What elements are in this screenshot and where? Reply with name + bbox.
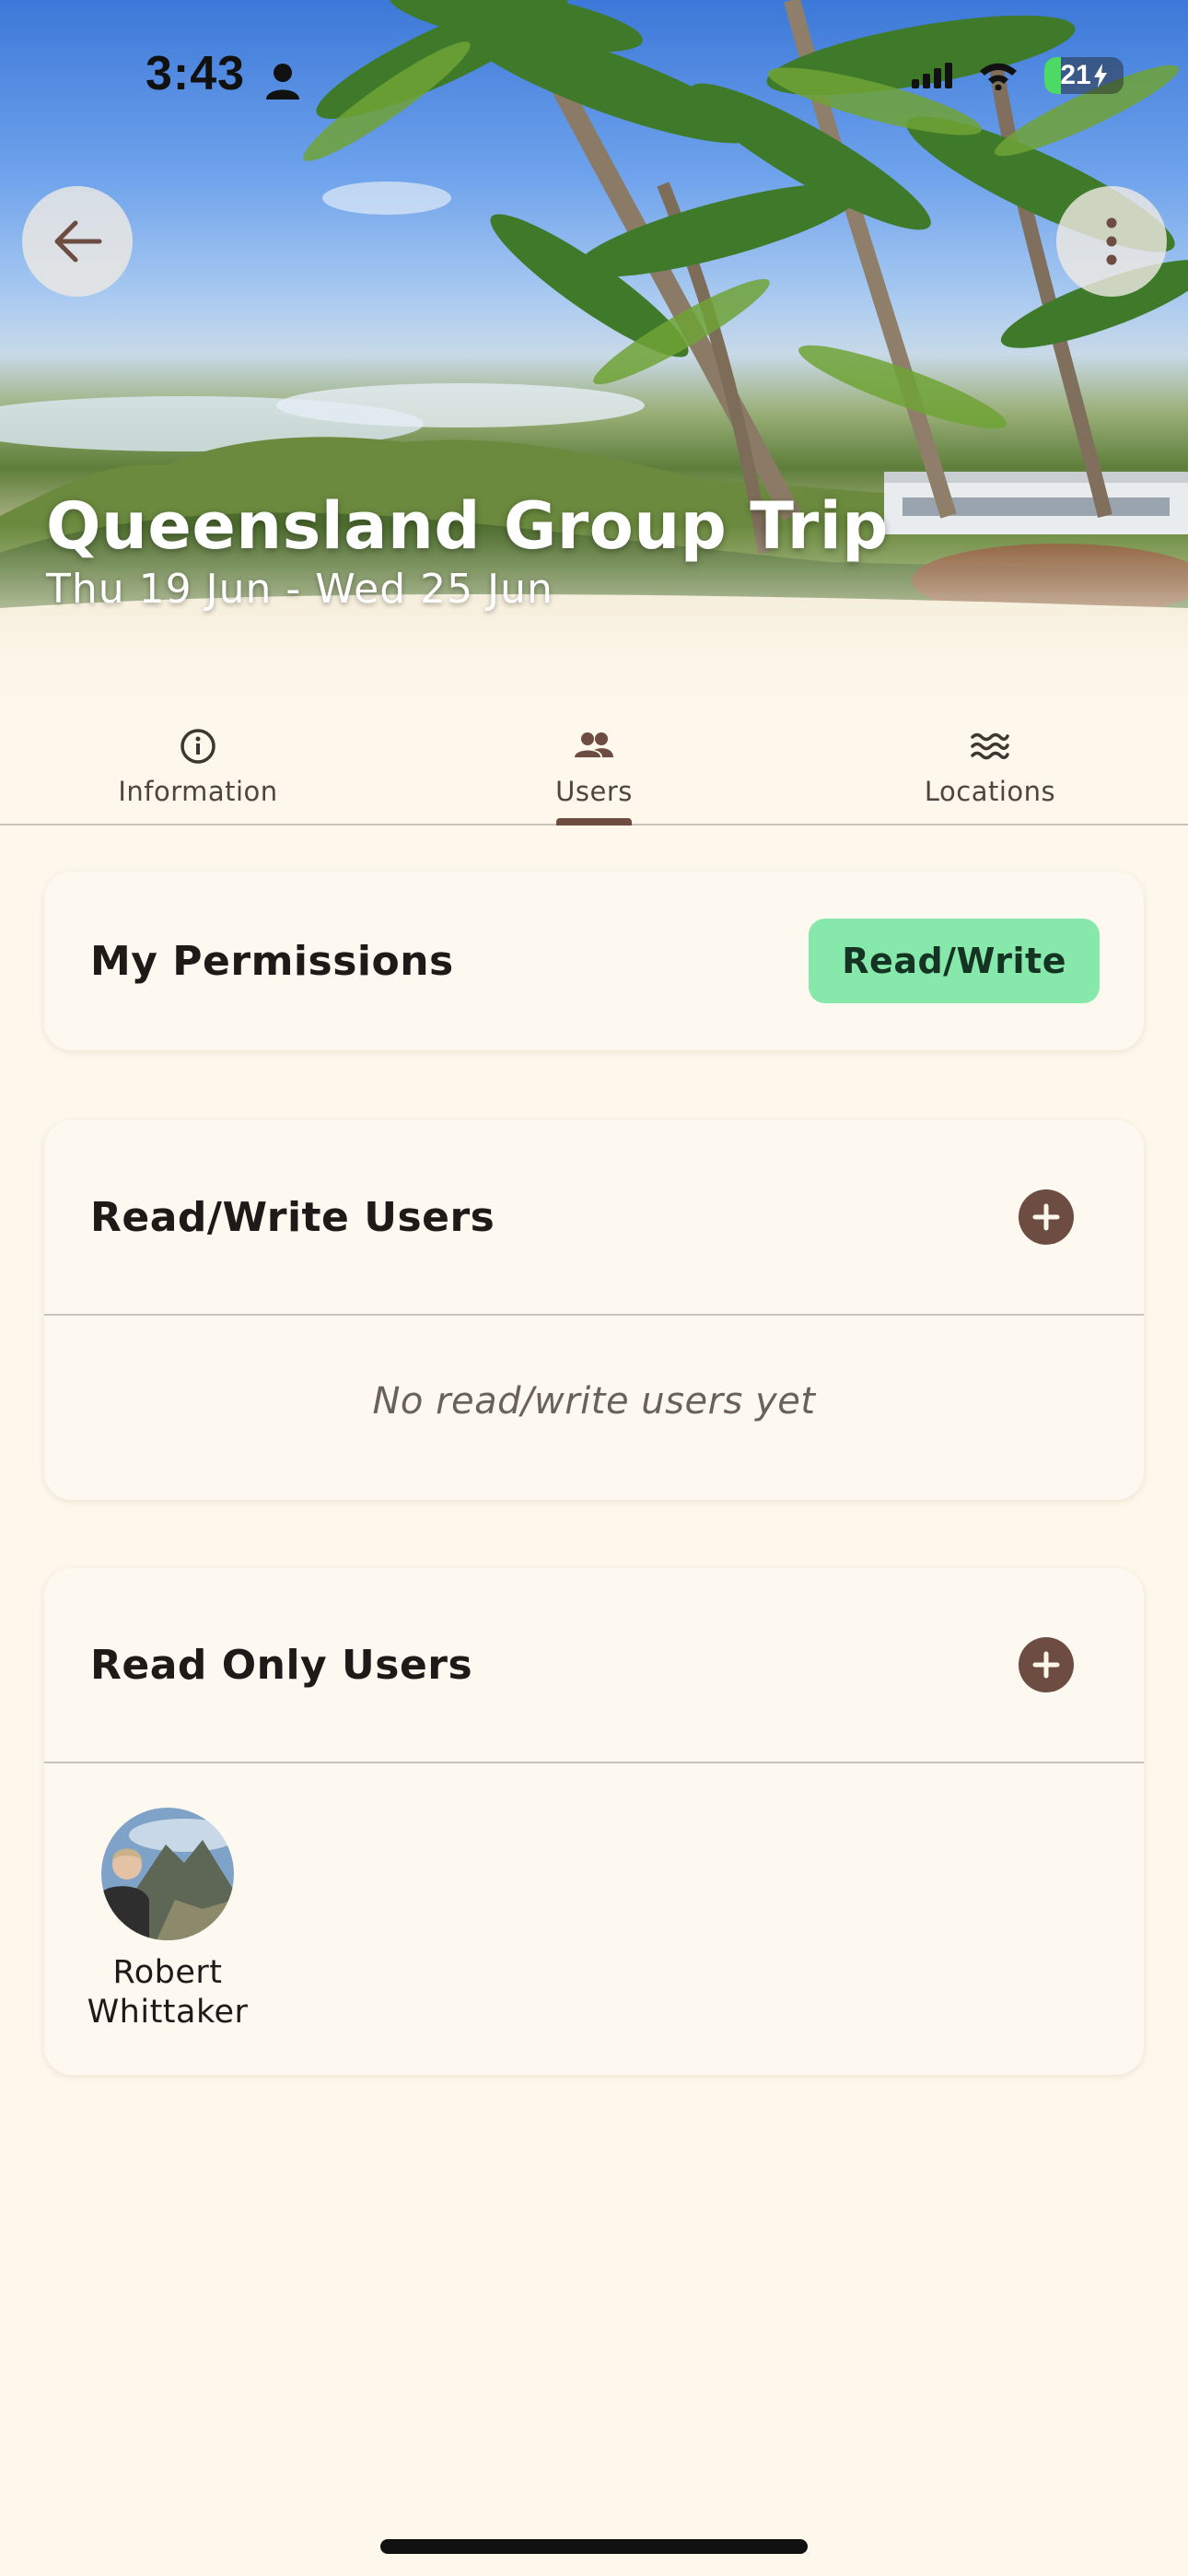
read-only-user-list: Robert Whittaker xyxy=(44,1763,1144,2032)
tab-locations[interactable]: Locations xyxy=(792,709,1188,824)
plus-icon xyxy=(1032,1203,1060,1231)
charging-bolt-icon xyxy=(1093,64,1107,88)
info-icon xyxy=(181,729,215,764)
read-write-users-card: Read/Write Users No read/write users yet xyxy=(44,1120,1144,1500)
add-read-write-user-button[interactable] xyxy=(1019,1189,1074,1245)
arrow-left-icon xyxy=(54,220,102,263)
back-button[interactable] xyxy=(22,186,133,297)
user-item[interactable]: Robert Whittaker xyxy=(87,1808,249,2032)
trip-tabs: Information Users Locations xyxy=(0,709,1188,825)
person-icon xyxy=(266,64,299,100)
tab-locations-label: Locations xyxy=(924,776,1056,807)
add-read-only-user-button[interactable] xyxy=(1019,1637,1074,1692)
permission-badge: Read/Write xyxy=(809,919,1100,1003)
more-vertical-icon xyxy=(1106,217,1117,265)
user-name: Robert Whittaker xyxy=(87,1954,249,2031)
active-tab-indicator xyxy=(556,818,632,825)
cellular-signal-icon xyxy=(912,63,952,88)
my-permissions-title: My Permissions xyxy=(90,937,454,985)
avatar xyxy=(101,1808,234,1940)
trip-title: Queensland Group Trip xyxy=(46,488,889,564)
wifi-icon xyxy=(980,63,1017,90)
tab-information-label: Information xyxy=(118,776,278,807)
waves-icon xyxy=(971,732,1009,760)
empty-state-text: No read/write users yet xyxy=(372,1380,816,1423)
tab-users[interactable]: Users xyxy=(396,709,792,825)
trip-users-screen: 3:43 21 Queensland Group Trip Thu 19 Jun… xyxy=(0,0,1188,2576)
read-only-users-card: Read Only Users Robert Whittaker xyxy=(44,1568,1144,2075)
user-photo xyxy=(101,1808,234,1940)
people-icon xyxy=(575,732,613,757)
home-indicator[interactable] xyxy=(380,2539,808,2554)
battery-level: 21 xyxy=(1060,60,1091,90)
status-time: 3:43 xyxy=(146,47,246,100)
status-bar-right: 21 xyxy=(912,57,1124,94)
tab-users-label: Users xyxy=(555,776,633,807)
tab-information[interactable]: Information xyxy=(0,709,396,824)
more-options-button[interactable] xyxy=(1056,186,1167,297)
battery-indicator: 21 xyxy=(1044,57,1124,94)
my-permissions-card: My Permissions Read/Write xyxy=(44,872,1144,1050)
trip-dates: Thu 19 Jun - Wed 25 Jun xyxy=(46,566,553,613)
read-only-users-title: Read Only Users xyxy=(90,1641,473,1689)
trip-hero-image: 3:43 21 Queensland Group Trip Thu 19 Jun… xyxy=(0,0,1188,709)
read-write-users-title: Read/Write Users xyxy=(90,1193,495,1241)
plus-icon xyxy=(1032,1651,1060,1679)
